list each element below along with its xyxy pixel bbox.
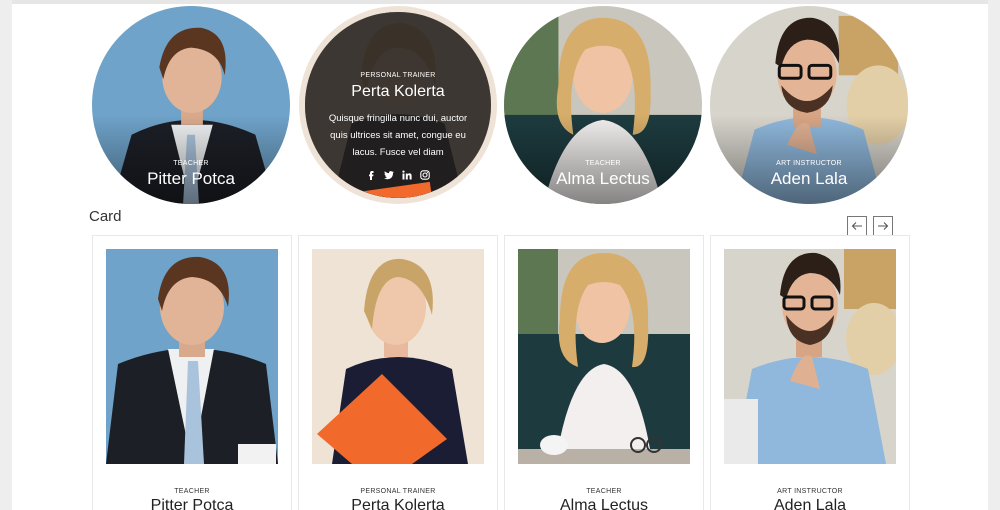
team-card-pitter[interactable]: TEACHER Pitter Potca <box>92 235 292 510</box>
member-role: ART INSTRUCTOR <box>777 488 843 495</box>
team-circle-perta-active[interactable]: PERSONAL TRAINER Perta Kolerta Quisque f… <box>299 6 497 204</box>
carousel-prev-button[interactable] <box>847 216 867 236</box>
section-title: Card <box>89 208 122 225</box>
member-role: PERSONAL TRAINER <box>360 488 436 495</box>
member-name[interactable]: Pitter Potca <box>93 497 291 510</box>
team-card-perta[interactable]: PERSONAL TRAINER Perta Kolerta <box>298 235 498 510</box>
twitter-icon[interactable] <box>384 170 394 180</box>
member-role: TEACHER <box>174 488 210 495</box>
member-description: Quisque fringilla nunc dui, auctor quis … <box>328 113 468 158</box>
card-photo <box>518 249 690 464</box>
card-photo <box>724 249 896 464</box>
member-name[interactable]: Alma Lectus <box>504 169 702 189</box>
member-role: ART INSTRUCTOR <box>776 160 842 167</box>
member-name[interactable]: Alma Lectus <box>505 497 703 510</box>
team-circle-aden[interactable]: ART INSTRUCTOR Aden Lala <box>710 6 908 204</box>
arrow-right-icon <box>878 222 889 230</box>
member-name[interactable]: Aden Lala <box>711 497 909 510</box>
carousel-next-button[interactable] <box>873 216 893 236</box>
member-name[interactable]: Pitter Potca <box>92 169 290 189</box>
team-card-alma[interactable]: TEACHER Alma Lectus <box>504 235 704 510</box>
member-role: TEACHER <box>586 488 622 495</box>
instagram-icon[interactable] <box>420 170 430 180</box>
team-circle-alma[interactable]: TEACHER Alma Lectus <box>504 6 702 204</box>
page: TEACHER Pitter Potca PERSONAL TRAINER Pe… <box>12 0 988 510</box>
member-role: TEACHER <box>585 160 621 167</box>
card-photo <box>106 249 278 464</box>
linkedin-icon[interactable] <box>402 170 412 180</box>
member-role: TEACHER <box>173 160 209 167</box>
member-name[interactable]: Perta Kolerta <box>299 497 497 510</box>
team-card-aden[interactable]: ART INSTRUCTOR Aden Lala <box>710 235 910 510</box>
team-circle-pitter[interactable]: TEACHER Pitter Potca <box>92 6 290 204</box>
social-links <box>305 170 491 180</box>
card-photo <box>312 249 484 464</box>
member-role: PERSONAL TRAINER <box>360 72 436 79</box>
member-name[interactable]: Aden Lala <box>710 169 908 189</box>
facebook-icon[interactable] <box>366 170 376 180</box>
arrow-left-icon <box>851 222 862 230</box>
member-name[interactable]: Perta Kolerta <box>305 83 491 101</box>
